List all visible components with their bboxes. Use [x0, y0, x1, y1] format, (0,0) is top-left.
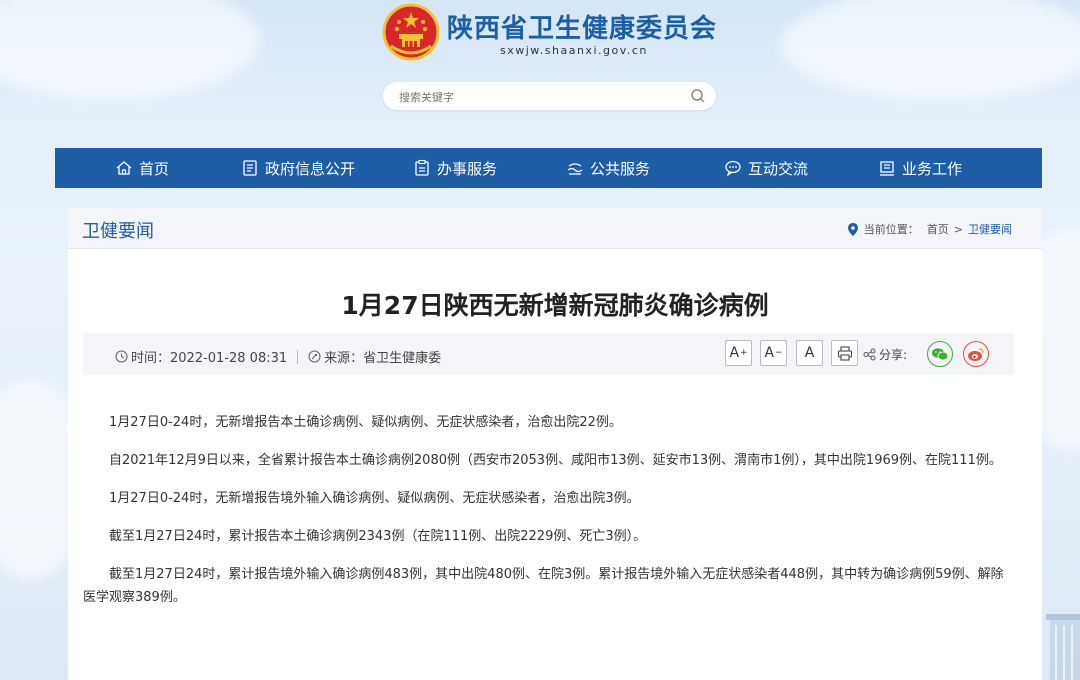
nav-item-label: 首页 [139, 159, 170, 178]
font-larger-button[interactable]: A + [725, 340, 752, 366]
work-icon [880, 161, 894, 176]
nav-item-label: 办事服务 [437, 159, 498, 178]
font-smaller-label: A [764, 345, 775, 361]
national-emblem-logo [382, 3, 440, 61]
article-meta: 时间：2022-01-28 08:31 来源：省卫生健康委 [115, 347, 441, 366]
font-larger-label: A [729, 345, 740, 361]
main-nav: 首页 政府信息公开 办事服务 公共服务 互动交流 业务工作 [55, 148, 1042, 188]
nav-item-label: 政府信息公开 [265, 159, 356, 178]
section-header: 卫健要闻 当前位置： 首页 > 卫健要闻 [68, 208, 1042, 249]
nav-item-interaction[interactable]: 互动交流 [724, 148, 808, 188]
search-icon[interactable] [690, 88, 706, 104]
nav-item-business[interactable]: 业务工作 [878, 148, 962, 188]
article-source: 来源：省卫生健康委 [324, 351, 442, 366]
article-meta-bar: 时间：2022-01-28 08:31 来源：省卫生健康委 A + A − A 分享… [83, 333, 1014, 375]
article-title: 1月27日陕西无新增新冠肺炎确诊病例 [341, 291, 769, 320]
breadcrumb: 当前位置： 首页 > 卫健要闻 [847, 221, 1012, 237]
breadcrumb-prefix: 当前位置： [863, 223, 919, 236]
breadcrumb-home-link[interactable]: 首页 [927, 221, 949, 237]
share-label: 分享: [879, 348, 908, 362]
background-building-illustration [1046, 614, 1080, 680]
section-title: 卫健要闻 [82, 221, 154, 242]
nav-item-label: 业务工作 [902, 159, 963, 178]
wechat-icon [932, 347, 949, 360]
document-icon [243, 160, 257, 176]
article-paragraph: 截至1月27日24时，累计报告境外输入确诊病例483例，其中出院480例、在院3… [83, 567, 1004, 605]
search-input[interactable] [397, 88, 671, 106]
print-icon [837, 345, 852, 361]
breadcrumb-current-link[interactable]: 卫健要闻 [968, 221, 1012, 237]
wechat-share-button[interactable] [927, 341, 953, 367]
public-service-icon [567, 163, 583, 175]
share-icon [863, 348, 876, 361]
nav-item-label: 互动交流 [748, 159, 809, 178]
home-icon [116, 161, 132, 175]
nav-item-gov-info[interactable]: 政府信息公开 [241, 148, 355, 188]
share-label-group: 分享: [863, 346, 907, 363]
service-icon [415, 159, 429, 176]
site-domain: sxwjw.shaanxi.gov.cn [500, 44, 648, 57]
meta-divider [297, 349, 299, 364]
nav-item-public-service[interactable]: 公共服务 [566, 148, 650, 188]
font-default-button[interactable]: A [796, 340, 823, 366]
minus-sign: − [775, 348, 783, 358]
article-paragraph: 截至1月27日24时，累计报告本土确诊病例2343例（在院111例、出院2229… [109, 529, 647, 544]
article-body: 1月27日0-24时，无新增报告本土确诊病例、疑似病例、无症状感染者，治愈出院2… [83, 411, 1014, 624]
content-panel: 卫健要闻 当前位置： 首页 > 卫健要闻 1月27日陕西无新增新冠肺炎确诊病例 … [68, 208, 1042, 680]
plus-sign: + [740, 348, 748, 358]
breadcrumb-separator: > [953, 222, 963, 236]
print-button[interactable] [831, 340, 858, 366]
search-box [383, 82, 716, 110]
site-title: 陕西省卫生健康委员会 [447, 14, 718, 44]
chat-icon [725, 160, 741, 177]
font-default-label: A [804, 345, 815, 361]
site-header: 陕西省卫生健康委员会 sxwjw.shaanxi.gov.cn [0, 0, 1080, 140]
weibo-icon [968, 347, 984, 361]
publish-time: 时间：2022-01-28 08:31 [131, 351, 288, 366]
nav-item-home[interactable]: 首页 [115, 148, 169, 188]
font-smaller-button[interactable]: A − [760, 340, 787, 366]
location-pin-icon [847, 222, 858, 236]
source-icon [308, 350, 321, 363]
article-paragraph: 1月27日0-24时，无新增报告境外输入确诊病例、疑似病例、无症状感染者，治愈出… [109, 491, 640, 506]
nav-item-service[interactable]: 办事服务 [413, 148, 497, 188]
weibo-share-button[interactable] [963, 341, 989, 367]
article-paragraph: 1月27日0-24时，无新增报告本土确诊病例、疑似病例、无症状感染者，治愈出院2… [109, 415, 622, 430]
nav-item-label: 公共服务 [590, 159, 651, 178]
clock-icon [115, 350, 128, 363]
article-paragraph: 自2021年12月9日以来，全省累计报告本土确诊病例2080例（西安市2053例… [109, 453, 1002, 468]
